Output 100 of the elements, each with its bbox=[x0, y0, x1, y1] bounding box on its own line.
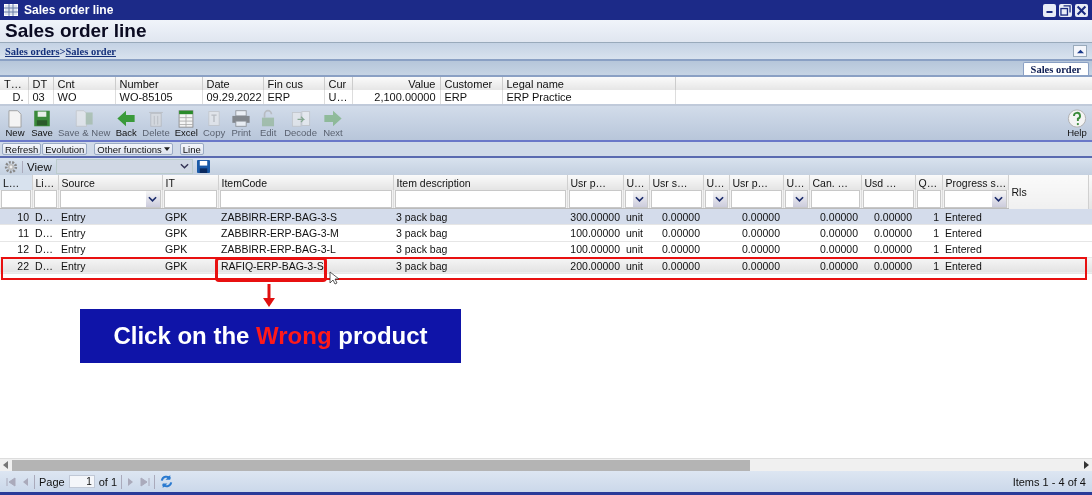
column-header[interactable]: Progress s… bbox=[942, 175, 1008, 190]
column-header[interactable]: Usr s… bbox=[649, 175, 703, 190]
right-arrow-icon bbox=[321, 109, 344, 128]
function-button[interactable]: Line bbox=[179, 143, 204, 155]
column-header[interactable]: Usr p… bbox=[729, 175, 783, 190]
chevron-icon bbox=[715, 196, 724, 202]
settings-icon[interactable] bbox=[4, 159, 18, 174]
filter-field[interactable] bbox=[33, 190, 57, 208]
tab[interactable]: Sales order bbox=[1022, 62, 1089, 75]
close-button[interactable] bbox=[1075, 3, 1088, 17]
table-cell: Entered bbox=[945, 226, 982, 239]
table-row[interactable]: 12 D… Entry GPK ZABBIRR-ERP-BAG-3-L 3 pack bag 100.00000 unit 0.00000 0.00000 0.00000 0.00000 1 Entered bbox=[0, 241, 1092, 258]
column-header[interactable]: Q… bbox=[915, 175, 942, 190]
last-page-icon[interactable] bbox=[140, 476, 151, 487]
table-row[interactable]: 22 D… Entry GPK RAFIQ-ERP-BAG-3-S 3 pack bag 200.00000 unit 0.00000 0.00000 0.00000 0.00000 1 Entered bbox=[0, 257, 1092, 274]
column-header[interactable]: T… bbox=[0, 76, 28, 90]
table-icon bbox=[4, 4, 18, 16]
filter-field[interactable] bbox=[810, 190, 860, 208]
document-disk-icon bbox=[73, 109, 96, 128]
filter-field[interactable] bbox=[568, 190, 622, 208]
table-cell: 0.00000 bbox=[820, 226, 858, 239]
table-cell: 0.00000 bbox=[820, 243, 858, 256]
filter-field[interactable] bbox=[650, 190, 702, 208]
table-cell: RAFIQ-ERP-BAG-3-S bbox=[221, 259, 324, 272]
function-button[interactable]: Evolution bbox=[42, 143, 88, 155]
table-cell: D… bbox=[35, 210, 54, 223]
callout-box: Click on the Wrong product bbox=[80, 308, 461, 363]
restore-button[interactable] bbox=[1059, 3, 1072, 17]
toolbar-button[interactable]: Excel bbox=[172, 109, 200, 138]
chevron-icon bbox=[148, 196, 157, 202]
save-icon[interactable] bbox=[196, 160, 210, 173]
column-header[interactable]: Usr p… bbox=[567, 175, 623, 190]
column-header[interactable]: Number bbox=[115, 76, 202, 90]
table-cell: Entry bbox=[61, 210, 86, 223]
column-header[interactable]: Source bbox=[58, 175, 162, 190]
chevron-icon bbox=[795, 196, 804, 202]
breadcrumb-separator: > bbox=[59, 45, 66, 57]
table-cell: 1 bbox=[933, 226, 939, 239]
filter-field[interactable] bbox=[862, 190, 914, 208]
filter-field[interactable] bbox=[163, 190, 217, 208]
table-cell: D… bbox=[35, 243, 54, 256]
column-header[interactable]: ItemCode bbox=[218, 175, 393, 190]
column-header[interactable]: Item description bbox=[393, 175, 567, 190]
breadcrumb-link[interactable]: Sales order bbox=[65, 45, 116, 57]
toolbar-button[interactable]: Save bbox=[29, 109, 55, 138]
column-header[interactable]: L… bbox=[0, 175, 32, 190]
items-count: Items 1 - 4 of 4 bbox=[1012, 475, 1086, 488]
view-label: View bbox=[22, 160, 52, 173]
column-header[interactable]: Can. … bbox=[809, 175, 861, 190]
filter-field[interactable] bbox=[1, 190, 31, 208]
table-cell: Entered bbox=[945, 243, 982, 256]
column-header[interactable]: Customer bbox=[440, 76, 502, 90]
column-header[interactable]: U… bbox=[783, 175, 809, 190]
column-header[interactable]: Rls bbox=[1008, 175, 1088, 209]
column-header[interactable]: U… bbox=[703, 175, 729, 190]
page-field[interactable]: 1 bbox=[68, 475, 95, 488]
table-cell: 100.00000 bbox=[570, 243, 620, 256]
up-triangle-icon bbox=[1075, 47, 1085, 55]
table-cell: ZABBIRR-ERP-BAG-3-S bbox=[221, 210, 338, 223]
table-row[interactable]: 11 D… Entry GPK ZABBIRR-ERP-BAG-3-M 3 pack bag 100.00000 unit 0.00000 0.00000 0.00000 0.00000 1 Entered bbox=[0, 224, 1092, 242]
column-header[interactable]: Fin cus bbox=[263, 76, 324, 90]
filter-dropdown[interactable] bbox=[704, 190, 728, 208]
refresh-icon[interactable] bbox=[159, 474, 175, 489]
minimize-button[interactable] bbox=[1043, 3, 1056, 17]
column-header[interactable]: Usd … bbox=[861, 175, 915, 190]
chevron-icon bbox=[994, 196, 1003, 202]
scrollbar-thumb[interactable] bbox=[12, 459, 750, 471]
first-page-icon[interactable] bbox=[6, 476, 16, 487]
filter-field[interactable] bbox=[394, 190, 566, 208]
function-button[interactable]: Refresh bbox=[2, 143, 42, 155]
filter-field[interactable] bbox=[916, 190, 941, 208]
filter-dropdown[interactable] bbox=[624, 190, 648, 208]
table-cell: 0.00000 bbox=[820, 210, 858, 223]
column-header[interactable]: IT bbox=[162, 175, 218, 190]
table-cell: 3 pack bag bbox=[396, 226, 448, 239]
column-header[interactable]: Cur bbox=[324, 76, 352, 90]
filter-field[interactable] bbox=[730, 190, 782, 208]
table-cell: 1 bbox=[933, 210, 939, 223]
toolbar-button[interactable]: New bbox=[2, 109, 28, 138]
column-header[interactable]: Value bbox=[352, 76, 440, 90]
table-cell: 0.00000 bbox=[742, 243, 780, 256]
table-row[interactable]: 10 D… Entry GPK ZABBIRR-ERP-BAG-3-S 3 pack bag 300.00000 unit 0.00000 0.00000 0.00000 0.00000 1 Entered bbox=[0, 208, 1092, 225]
chevron-icon bbox=[179, 163, 189, 169]
breadcrumb-link[interactable]: Sales orders bbox=[5, 45, 60, 57]
column-header[interactable]: U… bbox=[623, 175, 649, 190]
column-header[interactable]: Li… bbox=[32, 175, 58, 190]
table-cell: D… bbox=[35, 226, 54, 239]
help-button[interactable]: Help bbox=[1064, 109, 1090, 138]
caret-icon bbox=[163, 147, 170, 151]
toolbar-button[interactable]: Back bbox=[113, 109, 140, 138]
filter-dropdown[interactable] bbox=[784, 190, 808, 208]
collapse-button[interactable] bbox=[1073, 45, 1087, 57]
column-header[interactable]: Date bbox=[202, 76, 263, 90]
column-header[interactable]: Legal name bbox=[502, 76, 675, 90]
menu-button[interactable]: Other functions bbox=[94, 143, 173, 155]
column-header[interactable]: Cnt bbox=[53, 76, 115, 90]
table-cell: 22 bbox=[17, 259, 29, 272]
table-cell: 0.00000 bbox=[662, 210, 700, 223]
column-header[interactable]: DT bbox=[28, 76, 53, 90]
filter-field[interactable] bbox=[219, 190, 392, 208]
